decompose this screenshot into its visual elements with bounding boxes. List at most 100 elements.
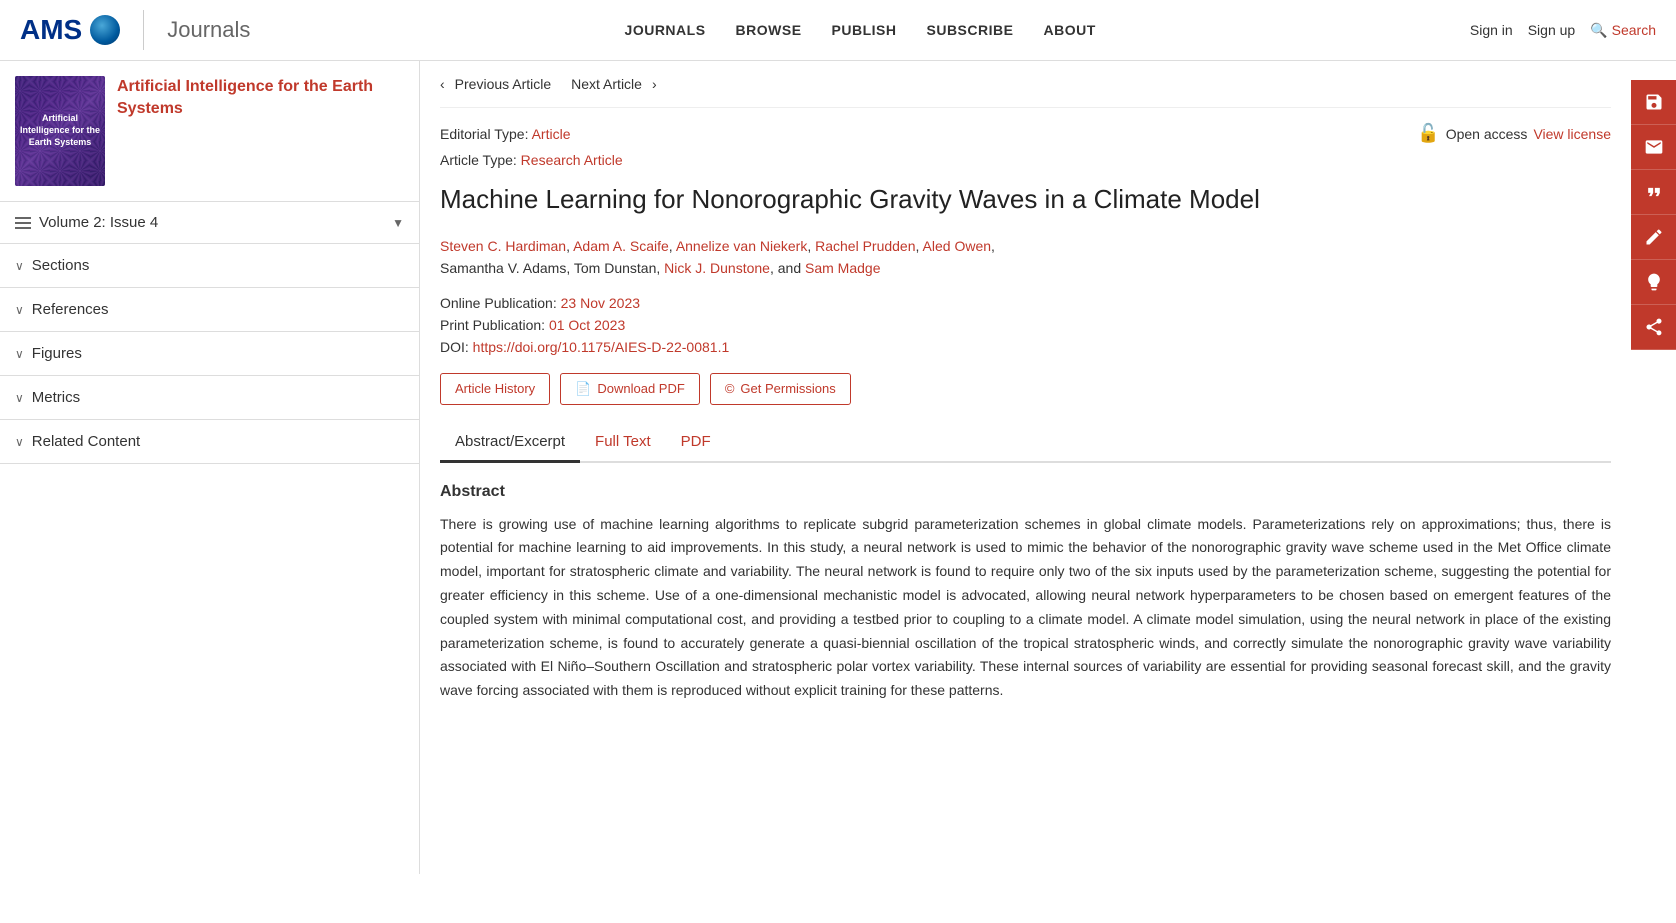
author-dunstan: Tom Dunstan: [574, 260, 656, 276]
doi-label: DOI:: [440, 339, 469, 355]
editorial-type-label: Editorial Type:: [440, 126, 528, 142]
abstract-section: Abstract There is growing use of machine…: [440, 483, 1611, 703]
tab-full-text[interactable]: Full Text: [580, 423, 666, 463]
figures-chevron-icon: ∨: [15, 347, 24, 361]
header-right: Sign in Sign up 🔍 Search: [1470, 22, 1656, 39]
editorial-type-area: Editorial Type: Article: [440, 126, 571, 142]
meta-article-type: Article Type: Research Article: [440, 152, 1611, 168]
sign-up-link[interactable]: Sign up: [1528, 22, 1575, 38]
sign-in-link[interactable]: Sign in: [1470, 22, 1513, 38]
toolbar-info-button[interactable]: [1631, 260, 1676, 305]
get-permissions-button[interactable]: © Get Permissions: [710, 373, 851, 405]
cover-text: Artificial Intelligence for the Earth Sy…: [15, 108, 105, 153]
lightbulb-icon: [1644, 272, 1664, 292]
previous-article-link[interactable]: Previous Article: [455, 76, 551, 92]
references-label: References: [32, 301, 109, 318]
search-icon: 🔍: [1590, 22, 1607, 39]
journal-cover[interactable]: Artificial Intelligence for the Earth Sy…: [15, 76, 105, 186]
article-history-button[interactable]: Article History: [440, 373, 550, 405]
sidebar-item-figures[interactable]: ∨ Figures: [0, 332, 419, 376]
nav-publish[interactable]: PUBLISH: [832, 22, 897, 38]
view-license-link[interactable]: View license: [1533, 126, 1611, 142]
lock-icon: 🔓: [1417, 123, 1439, 144]
author-scaife[interactable]: Adam A. Scaife: [573, 238, 669, 254]
sidebar: Artificial Intelligence for the Earth Sy…: [0, 61, 420, 874]
author-prudden[interactable]: Rachel Prudden: [815, 238, 915, 254]
email-icon: [1644, 137, 1664, 157]
online-publication: Online Publication: 23 Nov 2023: [440, 295, 1611, 311]
nav-subscribe[interactable]: SUBSCRIBE: [927, 22, 1014, 38]
sidebar-item-related-content[interactable]: ∨ Related Content: [0, 420, 419, 464]
search-label: Search: [1612, 22, 1656, 38]
get-permissions-label: Get Permissions: [740, 381, 835, 396]
abstract-text: There is growing use of machine learning…: [440, 513, 1611, 703]
article-type-value[interactable]: Research Article: [521, 152, 623, 168]
volume-chevron-icon: ▼: [392, 216, 404, 230]
authors-list: Steven C. Hardiman, Adam A. Scaife, Anne…: [440, 235, 1611, 280]
tab-abstract[interactable]: Abstract/Excerpt: [440, 423, 580, 463]
sidebar-item-references[interactable]: ∨ References: [0, 288, 419, 332]
volume-selector-left: Volume 2: Issue 4: [15, 214, 158, 231]
print-pub-date: 01 Oct 2023: [549, 317, 625, 333]
save-icon: [1644, 92, 1664, 112]
journal-title-link[interactable]: Artificial Intelligence for the Earth Sy…: [117, 78, 373, 117]
open-access-label: Open access: [1446, 126, 1528, 142]
author-jdunstone[interactable]: Nick J. Dunstone: [664, 260, 770, 276]
right-toolbar: [1631, 80, 1676, 350]
article-type-label: Article Type:: [440, 152, 517, 168]
doi-link[interactable]: https://doi.org/10.1175/AIES-D-22-0081.1: [473, 339, 730, 355]
hamburger-line-1: [15, 217, 31, 219]
online-pub-date: 23 Nov 2023: [561, 295, 640, 311]
toolbar-email-button[interactable]: [1631, 125, 1676, 170]
metrics-chevron-icon: ∨: [15, 391, 24, 405]
main-layout: Artificial Intelligence for the Earth Sy…: [0, 61, 1676, 874]
tab-pdf[interactable]: PDF: [666, 423, 726, 463]
volume-label: Volume 2: Issue 4: [39, 214, 158, 231]
author-madge[interactable]: Sam Madge: [805, 260, 880, 276]
ams-logo[interactable]: AMS: [20, 14, 120, 46]
nav-journals[interactable]: JOURNALS: [625, 22, 706, 38]
article-tabs: Abstract/Excerpt Full Text PDF: [440, 423, 1611, 463]
author-adams: Samantha V. Adams: [440, 260, 566, 276]
metrics-label: Metrics: [32, 389, 80, 406]
sidebar-item-sections[interactable]: ∨ Sections: [0, 244, 419, 288]
related-content-chevron-icon: ∨: [15, 435, 24, 449]
article-history-label: Article History: [455, 381, 535, 396]
author-and: and: [778, 260, 801, 276]
sections-chevron-icon: ∨: [15, 259, 24, 273]
download-pdf-button[interactable]: 📄 Download PDF: [560, 373, 700, 405]
next-article-link[interactable]: Next Article: [571, 76, 642, 92]
author-niekerk[interactable]: Annelize van Niekerk: [676, 238, 808, 254]
print-pub-label: Print Publication:: [440, 317, 545, 333]
nav-about[interactable]: ABOUT: [1043, 22, 1095, 38]
sidebar-item-metrics[interactable]: ∨ Metrics: [0, 376, 419, 420]
figures-label: Figures: [32, 345, 82, 362]
toolbar-save-button[interactable]: [1631, 80, 1676, 125]
nav-browse[interactable]: BROWSE: [736, 22, 802, 38]
hamburger-line-2: [15, 222, 31, 224]
prev-chevron-icon: ‹: [440, 76, 445, 92]
quote-icon: [1644, 182, 1664, 202]
author-owen[interactable]: Aled Owen: [923, 238, 991, 254]
action-buttons: Article History 📄 Download PDF © Get Per…: [440, 373, 1611, 405]
journals-label: Journals: [167, 17, 250, 43]
doi-line: DOI: https://doi.org/10.1175/AIES-D-22-0…: [440, 339, 1611, 355]
toolbar-cite-button[interactable]: [1631, 170, 1676, 215]
author-hardiman[interactable]: Steven C. Hardiman: [440, 238, 566, 254]
content-area: ‹ Previous Article Next Article › Editor…: [420, 61, 1631, 874]
journal-title-area: Artificial Intelligence for the Earth Sy…: [117, 76, 404, 121]
article-navigation: ‹ Previous Article Next Article ›: [440, 61, 1611, 108]
related-content-label: Related Content: [32, 433, 140, 450]
header-left: AMS Journals: [20, 10, 250, 50]
next-chevron-icon: ›: [652, 76, 657, 92]
toolbar-annotate-button[interactable]: [1631, 215, 1676, 260]
toolbar-share-button[interactable]: [1631, 305, 1676, 350]
ams-text: AMS: [20, 14, 82, 46]
editorial-type-value[interactable]: Article: [532, 126, 571, 142]
volume-selector[interactable]: Volume 2: Issue 4 ▼: [0, 202, 419, 244]
site-header: AMS Journals JOURNALS BROWSE PUBLISH SUB…: [0, 0, 1676, 61]
globe-icon: [90, 15, 120, 45]
download-pdf-icon: 📄: [575, 381, 591, 397]
search-link[interactable]: 🔍 Search: [1590, 22, 1656, 39]
journal-header: Artificial Intelligence for the Earth Sy…: [0, 76, 419, 202]
